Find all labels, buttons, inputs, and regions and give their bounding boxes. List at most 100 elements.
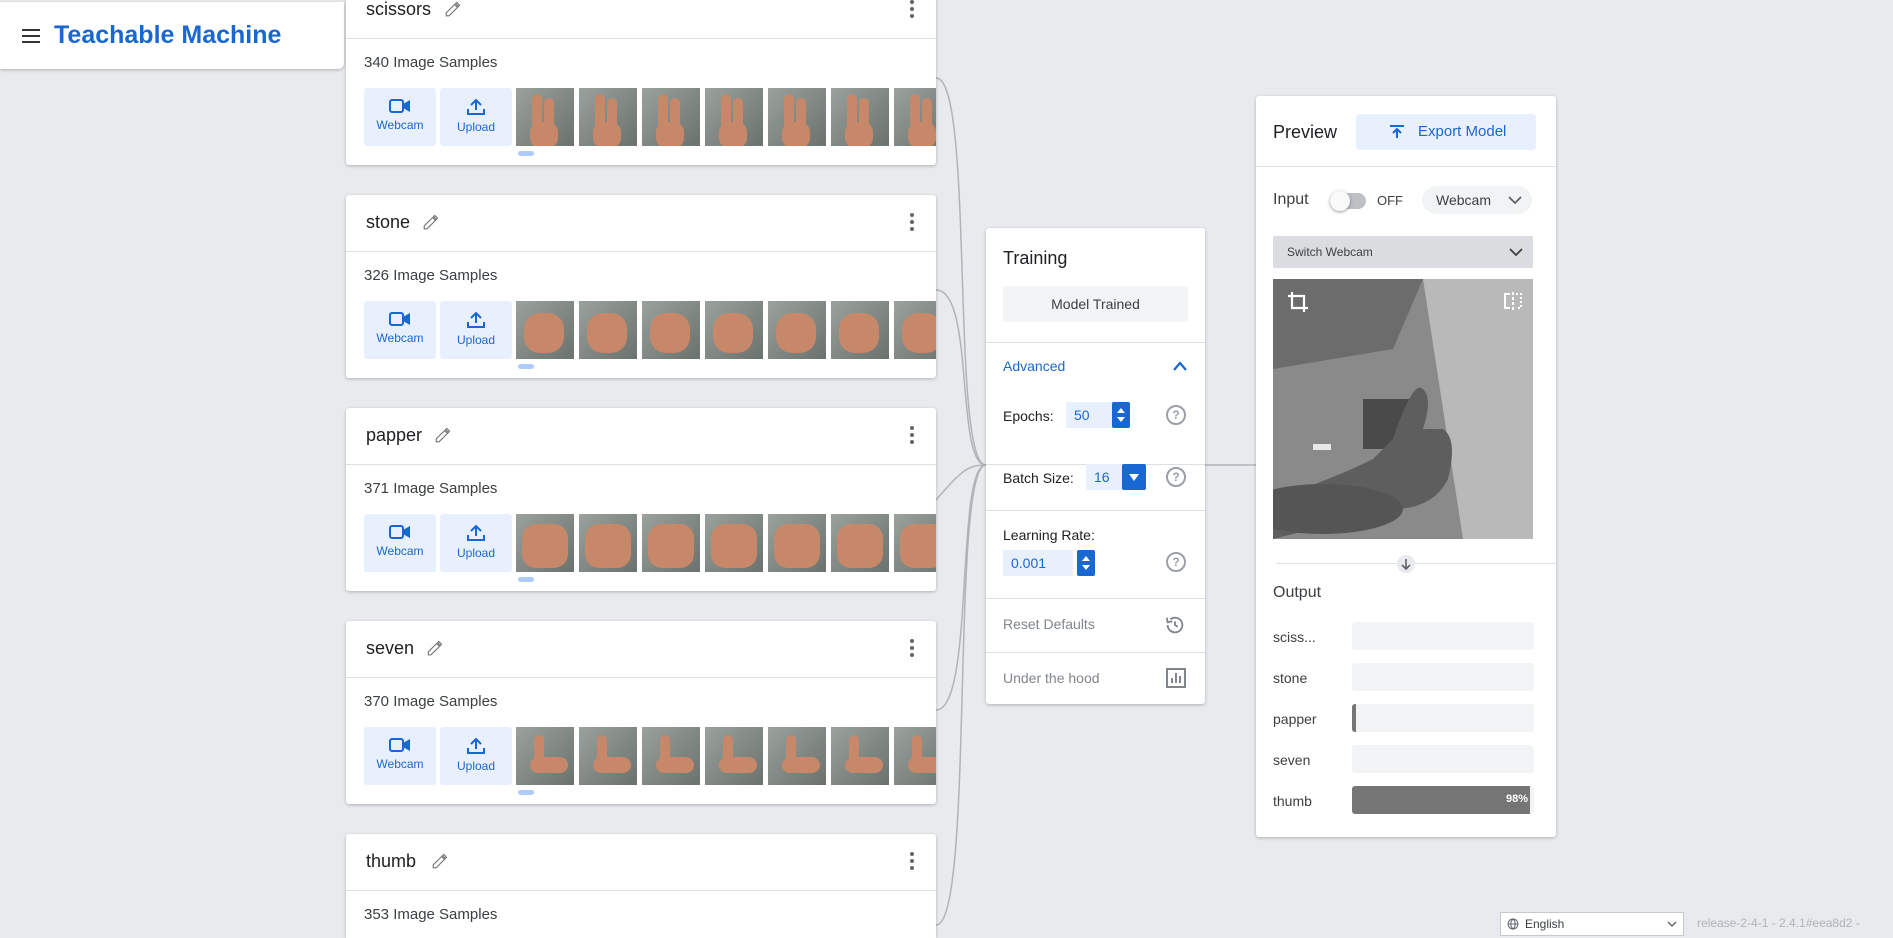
output-label: seven [1273,752,1311,768]
chevron-up-icon[interactable] [1172,360,1188,372]
webcam-button-label: Webcam [376,757,424,771]
output-title: Output [1273,584,1322,601]
sample-thumbnails [516,301,936,359]
sample-thumbnail[interactable] [831,301,889,359]
output-label: stone [1273,670,1308,686]
sample-thumbnail[interactable] [831,514,889,572]
sample-thumbnail[interactable] [642,514,700,572]
language-select[interactable]: English [1500,912,1684,936]
crop-icon[interactable] [1287,291,1309,313]
history-icon[interactable] [1164,614,1186,636]
model-trained-button[interactable]: Model Trained [1003,286,1188,322]
under-the-hood-button[interactable]: Under the hood [1003,670,1100,686]
sample-thumbnail[interactable] [768,301,826,359]
thumbnail-scrollbar[interactable] [518,364,534,369]
thumbnail-scrollbar[interactable] [518,577,534,582]
help-icon[interactable]: ? [1166,552,1186,572]
switch-webcam-select[interactable]: Switch Webcam [1273,236,1533,268]
input-toggle[interactable] [1330,191,1366,211]
sample-thumbnail[interactable] [516,88,574,146]
sample-thumbnail[interactable] [894,301,936,359]
switch-webcam-label: Switch Webcam [1287,245,1373,259]
class-header: scissors [346,0,936,39]
output-label: thumb [1273,793,1312,809]
globe-icon [1507,918,1519,930]
learning-rate-input[interactable]: 0.001 [1003,550,1073,576]
sample-thumbnail[interactable] [894,727,936,785]
reset-defaults-button[interactable]: Reset Defaults [1003,616,1095,632]
learning-rate-stepper[interactable] [1077,550,1095,576]
class-name[interactable]: papper [366,425,422,446]
help-icon[interactable]: ? [1166,467,1186,487]
edit-pencil-icon[interactable] [431,852,449,870]
sample-thumbnail[interactable] [516,301,574,359]
epochs-stepper[interactable] [1112,402,1130,428]
batch-size-label: Batch Size: [1003,470,1074,486]
menu-icon[interactable] [22,29,40,43]
sample-thumbnail[interactable] [579,727,637,785]
webcam-button[interactable]: Webcam [364,727,436,785]
class-name[interactable]: scissors [366,0,431,20]
more-options-icon[interactable] [910,0,914,18]
release-version: release-2-4-1 - 2.4.1#eea8d2 - [1697,916,1860,930]
upload-button[interactable]: Upload [440,727,512,785]
sample-count: 340 Image Samples [364,54,498,71]
more-options-icon[interactable] [910,426,914,444]
webcam-button[interactable]: Webcam [364,514,436,572]
epochs-input[interactable]: 50 [1066,402,1114,428]
webcam-button[interactable]: Webcam [364,301,436,359]
sample-thumbnail[interactable] [705,88,763,146]
learning-rate-label: Learning Rate: [1003,527,1095,543]
sample-thumbnail[interactable] [831,88,889,146]
sample-thumbnail[interactable] [516,727,574,785]
bar-chart-icon[interactable] [1166,668,1186,688]
sample-thumbnail[interactable] [705,301,763,359]
class-name[interactable]: thumb [366,851,416,872]
upload-button[interactable]: Upload [440,301,512,359]
app-title: Teachable Machine [54,21,282,49]
input-source-select[interactable]: Webcam [1422,186,1532,214]
edit-pencil-icon[interactable] [444,0,462,18]
sample-count: 371 Image Samples [364,480,498,497]
sample-thumbnail[interactable] [894,514,936,572]
sample-thumbnail[interactable] [579,301,637,359]
sample-thumbnail[interactable] [705,514,763,572]
sample-thumbnail[interactable] [579,514,637,572]
more-options-icon[interactable] [910,852,914,870]
class-card-papper: papper 371 Image Samples Webcam Upload [346,408,936,591]
sample-thumbnail[interactable] [642,301,700,359]
sample-thumbnail[interactable] [894,88,936,146]
chevron-down-icon [1509,248,1523,257]
confidence-bar [1352,704,1534,732]
sample-thumbnail[interactable] [831,727,889,785]
sample-thumbnail[interactable] [705,727,763,785]
edit-pencil-icon[interactable] [426,639,444,657]
confidence-bar [1352,663,1534,691]
thumbnail-scrollbar[interactable] [518,790,534,795]
batch-size-dropdown[interactable] [1122,464,1146,490]
help-icon[interactable]: ? [1166,405,1186,425]
sample-thumbnail[interactable] [579,88,637,146]
webcam-button[interactable]: Webcam [364,88,436,146]
more-options-icon[interactable] [910,213,914,231]
sample-thumbnail[interactable] [768,88,826,146]
input-source-value: Webcam [1436,192,1491,208]
edit-pencil-icon[interactable] [422,213,440,231]
advanced-toggle[interactable]: Advanced [1003,358,1065,374]
flip-icon[interactable] [1503,291,1523,311]
sample-thumbnail[interactable] [516,514,574,572]
edit-pencil-icon[interactable] [434,426,452,444]
upload-button[interactable]: Upload [440,514,512,572]
sample-thumbnail[interactable] [768,727,826,785]
more-options-icon[interactable] [910,639,914,657]
chevron-down-icon [1508,196,1522,205]
export-model-button[interactable]: Export Model [1356,114,1536,150]
thumbnail-scrollbar[interactable] [518,151,534,156]
sample-thumbnail[interactable] [768,514,826,572]
sample-thumbnail[interactable] [642,727,700,785]
batch-size-select[interactable]: 16 [1086,464,1122,490]
upload-button[interactable]: Upload [440,88,512,146]
class-name[interactable]: stone [366,212,410,233]
class-name[interactable]: seven [366,638,414,659]
sample-thumbnail[interactable] [642,88,700,146]
